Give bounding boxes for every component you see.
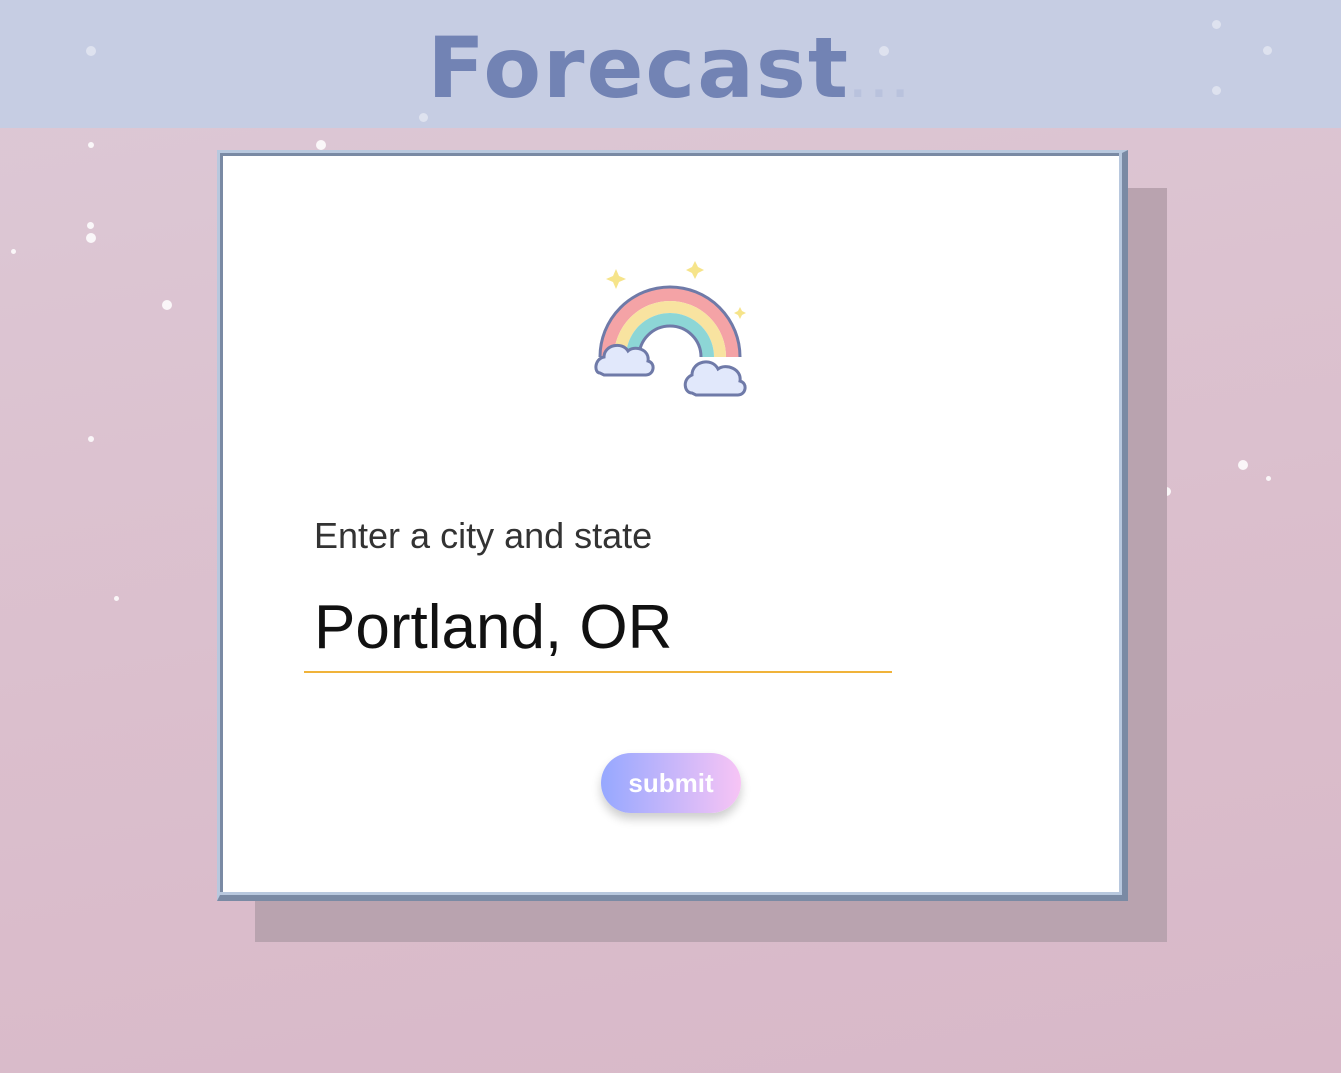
snow-dot (879, 46, 889, 56)
title-text: Forecast (427, 19, 851, 117)
snow-dot (88, 436, 94, 442)
snow-dot (11, 249, 16, 254)
page-title: Forecast... (0, 18, 1341, 134)
snow-dot (1212, 20, 1221, 29)
snow-dot (162, 300, 172, 310)
snow-dot (1212, 86, 1221, 95)
search-card: Enter a city and state submit (217, 150, 1128, 901)
snow-dot (86, 233, 96, 243)
city-state-input[interactable] (304, 583, 892, 673)
snow-dot (316, 140, 326, 150)
snow-dot (419, 113, 428, 122)
snow-dot (88, 142, 94, 148)
snow-dot (1263, 46, 1272, 55)
snow-dot (86, 46, 96, 56)
submit-button[interactable]: submit (601, 753, 741, 813)
snow-dot (114, 596, 119, 601)
snow-dot (87, 222, 94, 229)
city-input-label: Enter a city and state (314, 515, 653, 556)
snow-dot (1266, 476, 1271, 481)
snow-dot (1238, 460, 1248, 470)
title-ellipsis: ... (850, 61, 914, 107)
rainbow-icon (594, 261, 747, 397)
